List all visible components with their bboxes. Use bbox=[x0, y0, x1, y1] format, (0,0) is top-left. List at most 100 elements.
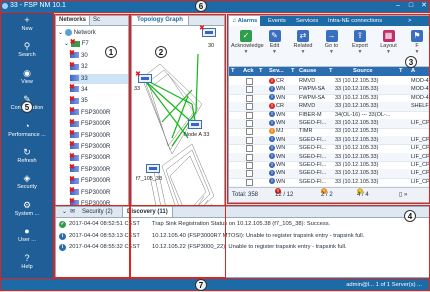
tree-item-label: FSP3000R bbox=[81, 178, 111, 185]
event-row[interactable]: ✓ 2017-04-04 08:52:51 CEST Trap Sink Regis… bbox=[56, 219, 429, 230]
toolbar-related-button[interactable]: ⇄ Related ▼ bbox=[288, 28, 318, 64]
severity-cell: !WN bbox=[269, 111, 291, 120]
topology-node-f7-105-38[interactable] bbox=[146, 164, 160, 173]
tree-item[interactable]: ⌄ ✖ F7 bbox=[64, 39, 128, 49]
ack-checkbox[interactable] bbox=[246, 170, 253, 178]
ack-checkbox[interactable] bbox=[246, 145, 253, 153]
network-element-icon: ✖ bbox=[69, 50, 79, 59]
event-row[interactable]: i 2017-04-04 08:53:13 CEST 10.12.105.40 (F… bbox=[56, 231, 429, 242]
tree-item[interactable]: ✖ 35 bbox=[69, 96, 128, 106]
ack-checkbox[interactable] bbox=[246, 153, 253, 161]
ack-checkbox[interactable] bbox=[246, 162, 253, 169]
column-ack[interactable]: Ack bbox=[243, 67, 254, 76]
tab-scroll-right[interactable]: > bbox=[405, 16, 414, 26]
filter-cause[interactable]: T bbox=[291, 67, 295, 76]
event-row[interactable]: i 2017-04-04 08:55:32 CEST 10.12.105.22 (F… bbox=[56, 242, 429, 253]
chevron-down-icon[interactable]: ▼ bbox=[345, 49, 375, 55]
tree-item[interactable]: ✖ 34 bbox=[69, 84, 128, 95]
minimize-button[interactable]: – bbox=[392, 1, 404, 11]
tree-item[interactable]: ✖ FSP3000R bbox=[69, 130, 128, 141]
filter-sev[interactable]: T bbox=[259, 67, 263, 76]
tab-intra-ne-connections[interactable]: Intra-NE connections bbox=[325, 16, 385, 26]
filter-a[interactable]: T bbox=[399, 67, 403, 76]
alarm-icon: ✖ bbox=[69, 130, 75, 138]
tree-item[interactable]: ✖ FSP3000R bbox=[69, 153, 128, 163]
filter-source[interactable]: T bbox=[329, 67, 333, 76]
ack-checkbox[interactable] bbox=[246, 78, 253, 85]
nav-search[interactable]: ⚲ Search bbox=[1, 39, 53, 65]
topology-node-30[interactable] bbox=[199, 24, 216, 37]
ack-checkbox[interactable] bbox=[246, 128, 253, 136]
ack-checkbox[interactable] bbox=[246, 103, 253, 111]
chevron-down-icon[interactable]: ▼ bbox=[374, 49, 404, 55]
nav-new[interactable]: + New bbox=[1, 13, 53, 39]
chevron-down-icon[interactable]: ▼ bbox=[260, 49, 290, 55]
tab-topology-graph[interactable]: Topology Graph bbox=[132, 16, 189, 25]
tree-item[interactable]: ✖ 32 bbox=[69, 61, 128, 72]
event-time: 2017-04-04 08:53:13 CEST bbox=[69, 232, 140, 239]
toolbar-edit-button[interactable]: ✎ Edit ▼ bbox=[260, 28, 290, 64]
nav-system[interactable]: ⚙ System ... bbox=[1, 198, 53, 224]
tree-item[interactable]: ⌄ Network bbox=[58, 28, 128, 38]
maximize-button[interactable]: □ bbox=[405, 1, 417, 11]
tab-networks[interactable]: Networks bbox=[56, 16, 91, 25]
expand-icon[interactable]: ⌄ bbox=[58, 30, 65, 36]
tab-discovery[interactable]: Discovery (11) bbox=[122, 207, 173, 217]
chevron-down-icon[interactable]: ▼ bbox=[231, 49, 261, 55]
nav-refresh[interactable]: ↻ Refresh bbox=[1, 145, 53, 171]
tree-item[interactable]: ✖ FSP3000R bbox=[69, 141, 128, 152]
goto-icon: → bbox=[325, 30, 338, 42]
alarm-icon: ✖ bbox=[69, 61, 75, 69]
nav-performance[interactable]: ◔ Performance ... bbox=[1, 119, 53, 145]
close-button[interactable]: ✕ bbox=[418, 1, 430, 11]
filter-ack[interactable]: T bbox=[231, 67, 235, 76]
tree-item-label: FSP3000R bbox=[81, 189, 111, 196]
tree-item[interactable]: ✖ 30 bbox=[69, 50, 128, 61]
tree-item[interactable]: ✖ FSP3000R bbox=[69, 164, 128, 175]
tree-item[interactable]: ✖ FSP3000R bbox=[69, 187, 128, 198]
chevron-down-icon[interactable]: ▼ bbox=[317, 49, 347, 55]
toolbar-go-to-button[interactable]: → Go to ▼ bbox=[317, 28, 347, 64]
title-bar: 33 - FSP NM 10.1 – □ ✕ bbox=[0, 0, 430, 12]
tab-events[interactable]: Events bbox=[265, 16, 289, 26]
severity-cell: ! MJ bbox=[269, 127, 291, 136]
ack-checkbox[interactable] bbox=[246, 111, 253, 119]
tab-security[interactable]: Security (2) bbox=[78, 207, 117, 217]
footer-scroll-icon[interactable]: ▯ » bbox=[399, 188, 407, 202]
tab-sc[interactable]: Sc bbox=[90, 16, 103, 25]
tree-item[interactable]: 33 bbox=[70, 73, 128, 84]
callout-5: 5 bbox=[21, 101, 33, 113]
severity-cell: !WN bbox=[269, 136, 291, 145]
chevron-down-icon[interactable]: ▼ bbox=[288, 49, 318, 55]
tree-item[interactable]: ✖ FSP3000R bbox=[69, 176, 128, 186]
nav-view[interactable]: ◉ View bbox=[1, 66, 53, 92]
ack-checkbox[interactable] bbox=[246, 136, 253, 144]
toolbar-export-button[interactable]: ⇪ Export ▼ bbox=[345, 28, 375, 64]
critical-count-text: 12 / 12 bbox=[275, 192, 294, 198]
tree-item[interactable]: ✖ FSP3000R bbox=[69, 119, 128, 129]
ack-checkbox[interactable] bbox=[246, 178, 253, 186]
nav-security[interactable]: ◈ Security bbox=[1, 171, 53, 197]
topology-node-33[interactable] bbox=[135, 70, 152, 83]
ack-checkbox[interactable] bbox=[246, 120, 253, 127]
severity-text: MJ bbox=[276, 128, 284, 135]
ack-checkbox[interactable] bbox=[246, 94, 253, 102]
nav-help[interactable]: ? Help bbox=[1, 251, 53, 277]
tree-item[interactable]: ✖ FSP3000R bbox=[69, 107, 128, 118]
cause-cell: SGEO-FI... bbox=[299, 120, 327, 126]
toolbar-acknowledge-button[interactable]: ✓ Acknowledge ▼ bbox=[231, 28, 264, 64]
column-severity[interactable]: Sev... bbox=[269, 67, 284, 76]
ack-checkbox[interactable] bbox=[246, 86, 253, 94]
cause-cell: RMVD bbox=[299, 78, 316, 84]
tab-services[interactable]: Services bbox=[293, 16, 321, 26]
nav-label: Help bbox=[21, 263, 33, 270]
nav-label: Search bbox=[18, 52, 36, 59]
nav-user[interactable]: ● User ... bbox=[1, 224, 53, 250]
chevron-down-icon[interactable]: ▼ bbox=[402, 49, 429, 55]
column-cause[interactable]: Cause bbox=[299, 67, 316, 76]
tree-item-label: 35 bbox=[81, 98, 88, 105]
tab-alarms[interactable]: ♫ Alarms bbox=[229, 16, 261, 26]
toolbar-layout-button[interactable]: ▦ Layout ▼ bbox=[374, 28, 404, 64]
topology-node-node-a-33[interactable] bbox=[188, 120, 202, 129]
column-source[interactable]: Source bbox=[353, 67, 373, 76]
